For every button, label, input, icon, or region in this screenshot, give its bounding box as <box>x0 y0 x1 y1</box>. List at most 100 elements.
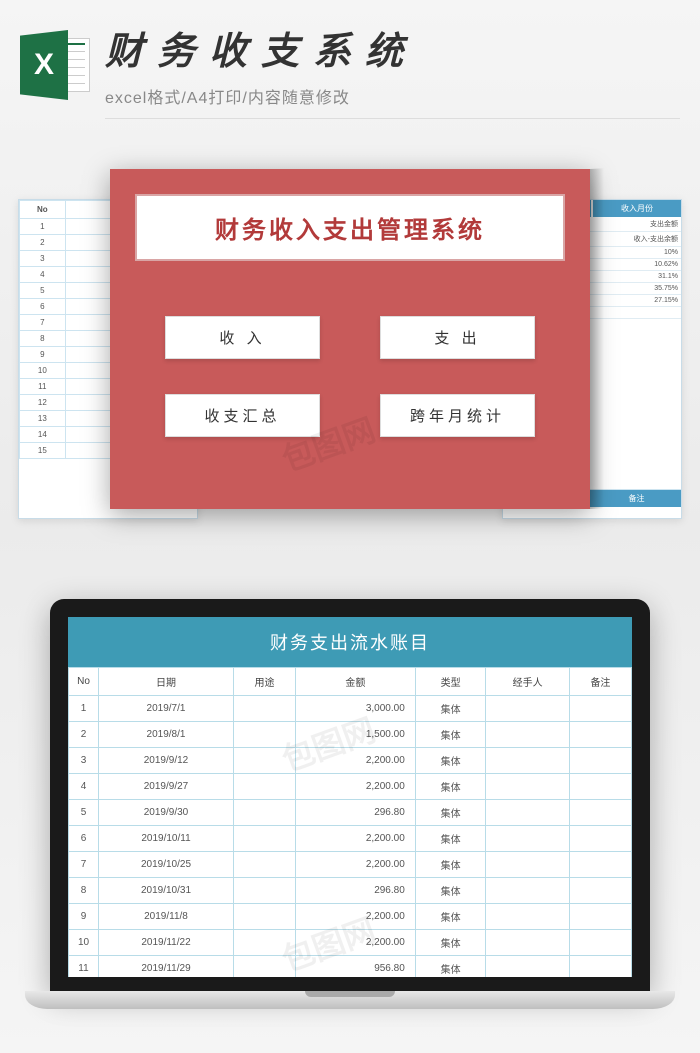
cell-remark <box>569 799 631 825</box>
cell-no: 7 <box>69 851 99 877</box>
cell-purpose <box>233 929 295 955</box>
cell-date: 2019/9/12 <box>99 747 234 773</box>
cell-purpose <box>233 799 295 825</box>
cell-remark <box>569 903 631 929</box>
cell-date: 2019/8/1 <box>99 721 234 747</box>
cell-handler <box>486 695 569 721</box>
cell-no: 14 <box>20 426 66 442</box>
cell-handler <box>486 877 569 903</box>
preview-area: No 日期 12019/7/122019/8/132019/9/1242019/… <box>0 159 700 569</box>
col-handler: 经手人 <box>486 667 569 695</box>
cell-handler <box>486 851 569 877</box>
expense-button[interactable]: 支 出 <box>380 316 535 359</box>
yearly-stats-button[interactable]: 跨年月统计 <box>380 394 535 437</box>
table-row: 8 2019/10/31 296.80 集体 <box>69 877 632 903</box>
summary-button[interactable]: 收支汇总 <box>165 394 320 437</box>
cell-no: 5 <box>20 282 66 298</box>
col-no: No <box>69 667 99 695</box>
table-row: 2 2019/8/1 1,500.00 集体 <box>69 721 632 747</box>
table-row: 1 2019/7/1 3,000.00 集体 <box>69 695 632 721</box>
cell-remark <box>569 825 631 851</box>
cell-no: 9 <box>20 346 66 362</box>
cell-no: 3 <box>20 250 66 266</box>
cell-type: 集体 <box>415 747 486 773</box>
cell-no: 11 <box>20 378 66 394</box>
cell-no: 1 <box>69 695 99 721</box>
table-row: 10 2019/11/22 2,200.00 集体 <box>69 929 632 955</box>
cell-no: 6 <box>20 298 66 314</box>
cell-handler <box>486 903 569 929</box>
right-cell: 10.62% <box>592 259 681 270</box>
cell-amount: 2,200.00 <box>296 747 416 773</box>
cell-no: 4 <box>69 773 99 799</box>
cell-handler <box>486 773 569 799</box>
cell-handler <box>486 929 569 955</box>
laptop-bezel: 财务支出流水账目 No 日期 用途 金额 类型 经手人 备注 <box>50 599 650 991</box>
cell-handler <box>486 955 569 977</box>
cell-purpose <box>233 721 295 747</box>
cell-no: 10 <box>20 362 66 378</box>
subtitle: excel格式/A4打印/内容随意修改 <box>105 84 680 119</box>
right-cell: 31.1% <box>592 271 681 282</box>
table-row: 9 2019/11/8 2,200.00 集体 <box>69 903 632 929</box>
cell-handler <box>486 721 569 747</box>
cell-type: 集体 <box>415 721 486 747</box>
cell-amount: 2,200.00 <box>296 773 416 799</box>
laptop-base <box>25 991 675 1009</box>
table-row: 5 2019/9/30 296.80 集体 <box>69 799 632 825</box>
cell-no: 5 <box>69 799 99 825</box>
cell-amount: 296.80 <box>296 799 416 825</box>
cell-remark <box>569 721 631 747</box>
cell-amount: 296.80 <box>296 877 416 903</box>
cell-no: 1 <box>20 218 66 234</box>
cell-date: 2019/9/30 <box>99 799 234 825</box>
cell-date: 2019/10/11 <box>99 825 234 851</box>
cell-amount: 2,200.00 <box>296 929 416 955</box>
cell-date: 2019/11/22 <box>99 929 234 955</box>
cell-no: 6 <box>69 825 99 851</box>
cell-no: 2 <box>20 234 66 250</box>
laptop-preview: 财务支出流水账目 No 日期 用途 金额 类型 经手人 备注 <box>0 599 700 1039</box>
cell-type: 集体 <box>415 825 486 851</box>
income-button[interactable]: 收 入 <box>165 316 320 359</box>
col-type: 类型 <box>415 667 486 695</box>
right-cell: 10% <box>592 247 681 258</box>
table-row: 6 2019/10/11 2,200.00 集体 <box>69 825 632 851</box>
table-row: 7 2019/10/25 2,200.00 集体 <box>69 851 632 877</box>
cell-date: 2019/11/29 <box>99 955 234 977</box>
menu-title: 财务收入支出管理系统 <box>135 194 565 261</box>
cell-amount: 2,200.00 <box>296 903 416 929</box>
cell-amount: 3,000.00 <box>296 695 416 721</box>
cell-type: 集体 <box>415 799 486 825</box>
col-purpose: 用途 <box>233 667 295 695</box>
header-text: 财务收支系统 excel格式/A4打印/内容随意修改 <box>105 30 680 119</box>
cell-type: 集体 <box>415 929 486 955</box>
cell-no: 4 <box>20 266 66 282</box>
excel-icon <box>20 30 90 100</box>
cell-amount: 956.80 <box>296 955 416 977</box>
right-cell: 收入-支出余额 <box>592 232 681 246</box>
cell-purpose <box>233 903 295 929</box>
cell-no: 10 <box>69 929 99 955</box>
laptop-screen: 财务支出流水账目 No 日期 用途 金额 类型 经手人 备注 <box>68 617 632 977</box>
col-no: No <box>20 200 66 218</box>
right-cell: 支出金额 <box>592 217 681 231</box>
ledger-table: No 日期 用途 金额 类型 经手人 备注 1 2019/7/1 3,000.0… <box>68 667 632 977</box>
right-cell: 35.75% <box>592 283 681 294</box>
cell-date: 2019/9/27 <box>99 773 234 799</box>
col-date: 日期 <box>99 667 234 695</box>
cell-purpose <box>233 695 295 721</box>
cell-purpose <box>233 877 295 903</box>
right-btm-b: 备注 <box>592 490 681 507</box>
cell-remark <box>569 695 631 721</box>
cell-date: 2019/11/8 <box>99 903 234 929</box>
cell-handler <box>486 747 569 773</box>
cell-amount: 2,200.00 <box>296 825 416 851</box>
cell-type: 集体 <box>415 695 486 721</box>
ledger-title: 财务支出流水账目 <box>68 617 632 667</box>
cell-no: 2 <box>69 721 99 747</box>
cell-no: 8 <box>69 877 99 903</box>
right-cell <box>592 307 681 318</box>
cell-purpose <box>233 773 295 799</box>
cell-date: 2019/10/31 <box>99 877 234 903</box>
